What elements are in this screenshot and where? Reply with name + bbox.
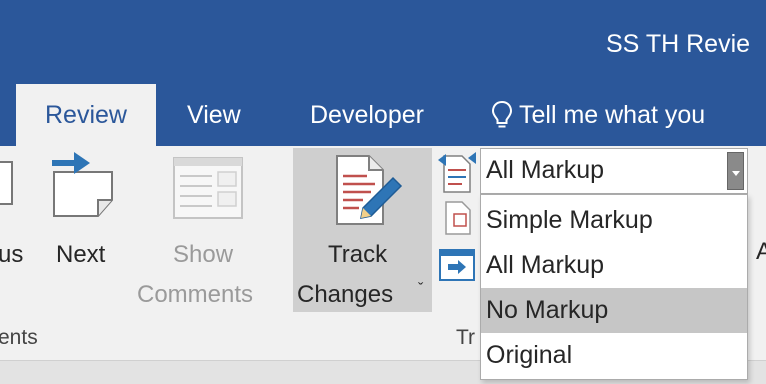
lightbulb-icon: [491, 100, 513, 128]
tell-me-box[interactable]: Tell me what you: [491, 84, 705, 146]
show-comments-label-line1[interactable]: Show: [173, 241, 233, 269]
option-simple-markup[interactable]: Simple Markup: [481, 198, 747, 243]
tracking-group-label: Tr: [456, 326, 476, 349]
track-changes-label-line2: Changes: [297, 281, 394, 308]
document-title: SS TH Revie: [606, 30, 751, 58]
show-markup-icon[interactable]: [440, 200, 476, 236]
next-comment-label[interactable]: Next: [56, 241, 105, 269]
next-group-partial-label: A: [756, 238, 766, 265]
markup-display-value: All Markup: [486, 156, 605, 184]
display-for-review-icon[interactable]: [436, 150, 478, 196]
reviewing-pane-icon[interactable]: [438, 248, 476, 284]
markup-display-dropdown: Simple Markup All Markup No Markup Origi…: [480, 194, 748, 380]
tab-developer[interactable]: Developer: [310, 84, 424, 146]
option-no-markup[interactable]: No Markup: [481, 288, 747, 333]
previous-comment-label[interactable]: us: [0, 241, 23, 269]
markup-display-select[interactable]: All Markup: [480, 148, 748, 194]
show-comments-icon[interactable]: [172, 156, 244, 220]
show-comments-label-line2[interactable]: Comments: [137, 281, 253, 309]
option-original[interactable]: Original: [481, 333, 747, 378]
comments-group-label: ents: [0, 326, 38, 349]
ribbon-tab-row: Review View Developer Tell me what you: [0, 84, 766, 146]
next-comment-icon[interactable]: [48, 150, 126, 222]
title-bar: SS TH Revie: [0, 0, 766, 84]
tab-view[interactable]: View: [187, 84, 241, 146]
tell-me-text: Tell me what you: [519, 100, 706, 129]
option-all-markup[interactable]: All Markup: [481, 243, 747, 288]
chevron-down-icon[interactable]: [727, 152, 744, 190]
track-changes-label-line1: Track: [328, 241, 388, 268]
previous-comment-icon[interactable]: [0, 158, 22, 218]
word-window: SS TH Revie Review View Developer Tell m…: [0, 0, 766, 384]
track-changes-icon: [336, 155, 403, 225]
track-changes-dropdown-arrow[interactable]: ˇ: [418, 281, 423, 299]
tab-review[interactable]: Review: [16, 84, 156, 146]
